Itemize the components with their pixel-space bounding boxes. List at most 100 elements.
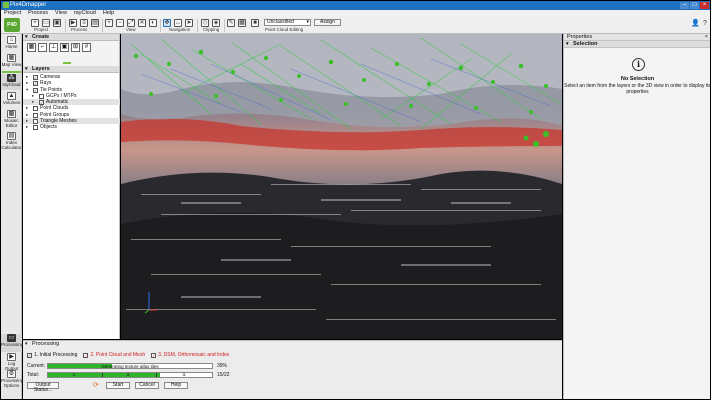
close-icon[interactable]: × — [705, 34, 708, 41]
window-title: Pix4Dmapper — [10, 2, 47, 8]
layer-checkbox[interactable] — [33, 125, 38, 131]
step-checkbox[interactable]: ✓ — [83, 352, 89, 358]
rotate-icon[interactable]: ✕ — [138, 19, 146, 27]
step-checkbox[interactable]: ✓ — [151, 352, 157, 358]
help-icon[interactable]: ? — [701, 20, 709, 28]
point-cloud-render — [121, 34, 562, 339]
application-window: Pix4Dmapper – □ × Project Process View r… — [0, 0, 711, 400]
close-button[interactable]: × — [700, 2, 709, 9]
menu-process[interactable]: Process — [28, 10, 48, 17]
view-icon[interactable]: ◐ — [149, 19, 157, 27]
help-button[interactable]: Help — [164, 382, 188, 389]
3d-viewport[interactable] — [121, 34, 562, 339]
minimize-button[interactable]: – — [680, 2, 689, 9]
nav-processing-options[interactable]: ⚙ Processing Options — [1, 370, 24, 394]
create-panel-title: Create — [32, 34, 50, 40]
total-progress-value: 15/22 — [217, 372, 230, 378]
expand-icon[interactable]: ▸ — [26, 124, 28, 130]
add-group-icon[interactable]: ⊞ — [71, 43, 80, 52]
toolbar-separator — [224, 19, 225, 32]
step-initial-processing[interactable]: ✓ 1. Initial Processing — [27, 352, 77, 358]
options-icon[interactable]: ≡ — [80, 19, 88, 27]
cancel-button[interactable]: Cancel — [135, 382, 159, 389]
user-account-icon[interactable]: 👤 — [691, 20, 700, 28]
step-dsm-orthomosaic[interactable]: ✓ 3. DSM, Orthomosaic and Index — [151, 352, 229, 358]
save-project-icon[interactable]: ▣ — [53, 19, 61, 27]
edit-densified-points-icon[interactable]: ✎ — [227, 19, 235, 27]
maximize-button[interactable]: □ — [690, 2, 699, 9]
layer-checkbox[interactable] — [39, 93, 44, 99]
layer-checkbox[interactable]: ✓ — [33, 87, 38, 93]
layer-checkbox[interactable]: ✓ — [39, 100, 44, 106]
zoom-fit-icon[interactable]: ⤢ — [127, 19, 135, 27]
menu-view[interactable]: View — [55, 10, 67, 17]
layer-checkbox[interactable] — [33, 119, 38, 125]
step-checkbox[interactable]: ✓ — [27, 352, 32, 358]
layer-checkbox[interactable] — [33, 112, 38, 118]
navigation-mode-icon[interactable]: ✥ — [163, 19, 171, 27]
nav-processing[interactable]: ▭ Processing — [1, 334, 23, 352]
report-icon[interactable]: ▤ — [91, 19, 99, 27]
current-progress-text: Generating texture atlas tiles — [101, 364, 159, 369]
nav-volumes-label: Volumes — [2, 100, 21, 105]
class-select[interactable]: Unclassified ▾ — [264, 19, 311, 26]
layer-checkbox[interactable]: ✓ — [33, 81, 38, 87]
layer-tree: ▸ ✓ Cameras ▸ ✓ Rays ▾ ✓ Tie Points ▸ GC… — [23, 74, 120, 131]
refresh-icon[interactable]: ⟳ — [93, 381, 99, 389]
nav-map-view[interactable]: ▦ Map View — [1, 54, 22, 70]
nav-mosaic-editor[interactable]: ▩ Mosaic Editor — [1, 110, 22, 130]
nav-log-output[interactable]: ▶ Log Output — [1, 353, 22, 371]
process-icon[interactable]: ▶ — [69, 19, 77, 27]
properties-title: Properties — [567, 34, 593, 40]
selection-section-header[interactable]: ▾ Selection — [564, 41, 710, 48]
menu-help[interactable]: Help — [103, 10, 114, 17]
nav-processing-options-label: Processing Options — [1, 378, 24, 388]
pan-icon[interactable]: ↔ — [174, 19, 182, 27]
info-icon: i — [632, 58, 645, 71]
log-icon: ▶ — [7, 353, 16, 361]
fly-icon[interactable]: ➤ — [185, 19, 193, 27]
add-polyline-icon[interactable]: ⌐ — [38, 43, 47, 52]
create-panel-header[interactable]: ▾ Create — [23, 34, 119, 41]
add-volume-icon[interactable]: ▣ — [60, 43, 69, 52]
create-panel: ▾ Create ▦ ⌐ ⊥ ▣ ⊞ # — [23, 34, 120, 66]
nav-home-label: Home — [5, 44, 18, 49]
assign-button[interactable]: Assign — [314, 19, 341, 26]
add-grid-icon[interactable]: # — [82, 43, 91, 52]
toolbar-group-view: View — [126, 27, 136, 32]
clipping-edit-icon[interactable]: ◈ — [212, 19, 220, 27]
toolbar-group-project: Project — [34, 27, 49, 32]
processing-panel-header[interactable]: ▾ Processing — [23, 341, 562, 348]
toolbar-separator — [197, 19, 198, 32]
menu-raycloud[interactable]: rayCloud — [74, 10, 96, 17]
clipping-box-icon[interactable]: ◇ — [201, 19, 209, 27]
panel-splitter[interactable] — [63, 62, 71, 64]
layer-objects[interactable]: ▸ Objects — [23, 124, 120, 131]
layer-checkbox[interactable]: ✓ — [33, 75, 38, 80]
output-status-button[interactable]: Output Status... — [27, 382, 59, 393]
toolbar-group-navigation: Navigation — [169, 27, 191, 32]
processing-steps: ✓ 1. Initial Processing ✓ 2. Point Cloud… — [27, 352, 229, 358]
layer-checkbox[interactable] — [33, 106, 38, 112]
menu-project[interactable]: Project — [4, 10, 21, 17]
start-button[interactable]: Start — [106, 382, 130, 389]
add-tie-point-icon[interactable]: ▦ — [27, 43, 36, 52]
zoom-out-icon[interactable]: − — [116, 19, 124, 27]
layers-panel-header[interactable]: ▾ Layers — [23, 66, 119, 73]
point-selection-icon[interactable]: ▦ — [238, 19, 246, 27]
new-project-icon[interactable]: + — [31, 19, 39, 27]
zoom-in-icon[interactable]: + — [105, 19, 113, 27]
nav-volumes[interactable]: ▲ Volumes — [1, 92, 22, 108]
toolbar-group-clipping: Clipping — [203, 27, 220, 32]
class-color-icon[interactable]: ■ — [251, 19, 259, 27]
collapse-icon: ▾ — [25, 341, 28, 347]
step-point-cloud-mesh[interactable]: ✓ 2. Point Cloud and Mesh — [83, 352, 145, 358]
mosaic-icon: ▩ — [7, 110, 16, 118]
nav-index-calculator[interactable]: ▤ Index Calculator — [1, 132, 22, 152]
add-surface-icon[interactable]: ⊥ — [49, 43, 58, 52]
toolbar-separator — [102, 19, 103, 32]
nav-home[interactable]: ⌂ Home — [1, 36, 22, 52]
open-project-icon[interactable]: ▭ — [42, 19, 50, 27]
gear-icon: ⚙ — [7, 370, 16, 378]
nav-raycloud[interactable]: ⁂ rayCloud — [1, 74, 22, 90]
